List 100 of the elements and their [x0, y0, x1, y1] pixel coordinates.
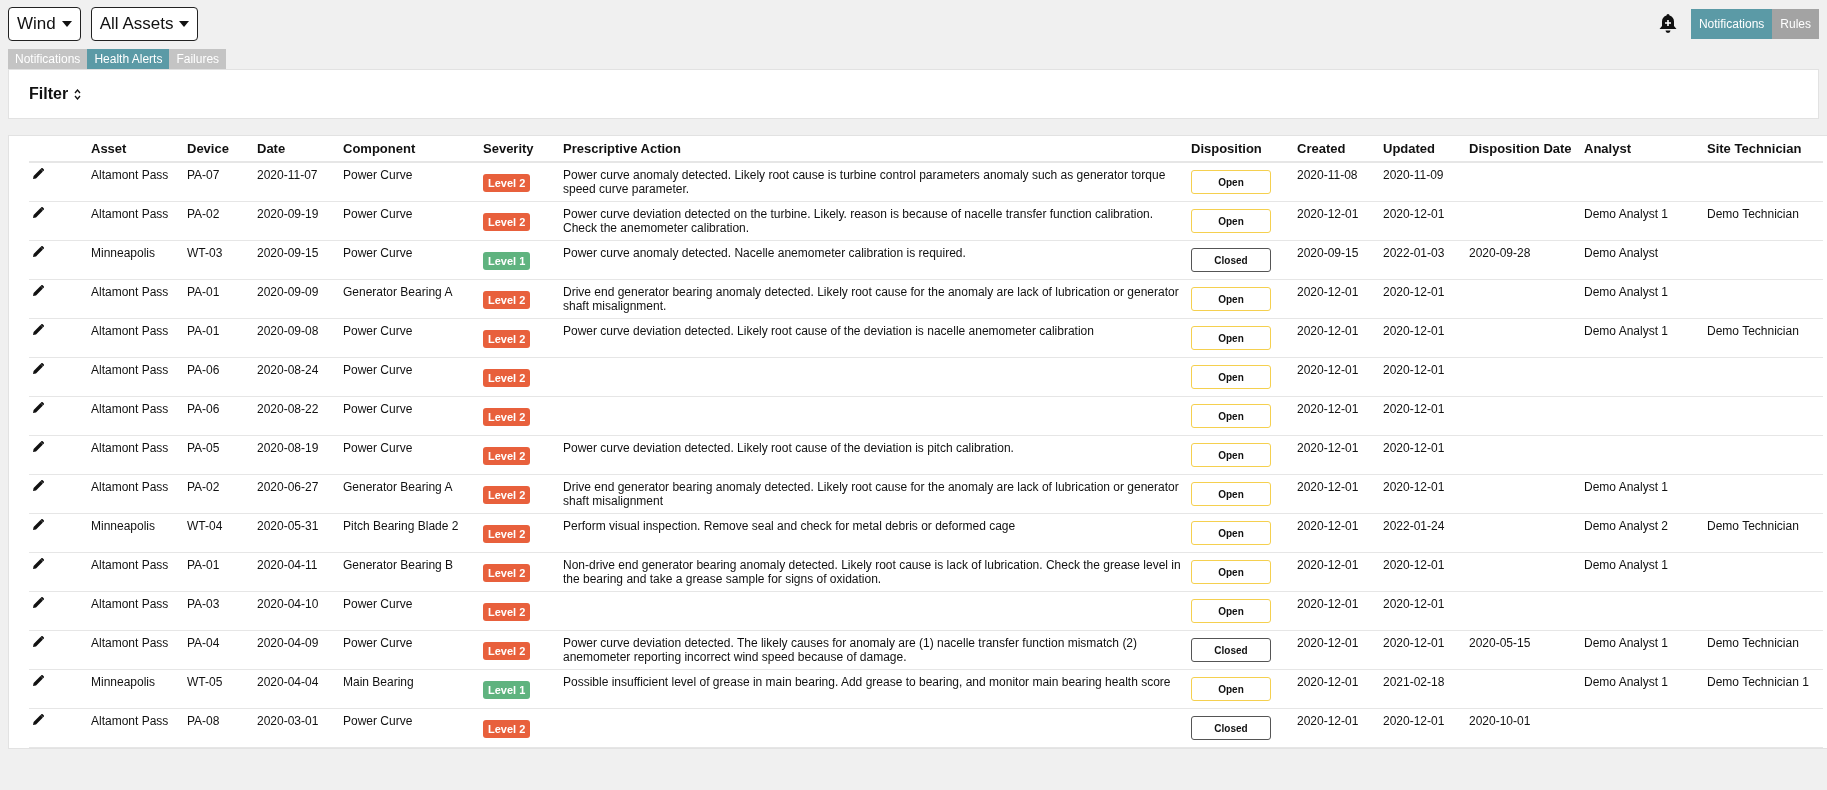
table-cell: PA-01: [187, 285, 220, 299]
dropdown[interactable]: Wind: [8, 7, 81, 41]
column-header: Prescriptive Action: [563, 141, 681, 156]
disposition-button[interactable]: Open: [1191, 404, 1271, 428]
severity-badge: Level 2: [483, 408, 531, 426]
table-cell: Power curve deviation detected. Likely root cause of the deviation is nacelle anemometer calibration: [563, 324, 1094, 338]
edit-pencil-icon[interactable]: [33, 246, 44, 257]
table-cell: Power curve deviation detected. Likely root cause of the deviation is pitch calibration.: [563, 441, 1014, 455]
edit-pencil-icon[interactable]: [33, 168, 44, 179]
table-cell: Drive end generator bearing anomaly detected. Likely root cause for the anomaly are lack of lubrication or generator shaft misalignment.: [563, 285, 1179, 313]
table-cell: Power Curve: [343, 363, 413, 377]
disposition-button[interactable]: Open: [1191, 677, 1271, 701]
edit-pencil-icon[interactable]: [33, 714, 44, 725]
filter-toggle[interactable]: Filter: [29, 85, 82, 103]
table-cell: Demo Analyst 1: [1584, 675, 1669, 689]
table-cell: Altamont Pass: [91, 363, 169, 377]
table-cell: Minneapolis: [91, 675, 156, 689]
table-cell: Power curve anomaly detected. Nacelle anemometer calibration is required.: [563, 246, 966, 260]
edit-pencil-icon[interactable]: [33, 480, 44, 491]
disposition-button[interactable]: Open: [1191, 170, 1271, 194]
edit-pencil-icon[interactable]: [33, 636, 44, 647]
column-header: Date: [257, 141, 286, 156]
table-cell: 2020-12-01: [1383, 480, 1445, 494]
disposition-button[interactable]: Open: [1191, 365, 1271, 389]
severity-badge: Level 2: [483, 213, 531, 231]
column-header: Component: [343, 141, 416, 156]
table-cell: 2020-10-01: [1469, 714, 1531, 728]
table-cell: Power Curve: [343, 246, 413, 260]
table-cell: Power Curve: [343, 207, 413, 221]
edit-pencil-icon[interactable]: [33, 324, 44, 335]
disposition-button[interactable]: Closed: [1191, 248, 1271, 272]
table-cell: 2020-12-01: [1297, 597, 1359, 611]
table-cell: PA-07: [187, 168, 220, 182]
severity-badge: Level 2: [483, 720, 531, 738]
disposition-button[interactable]: Open: [1191, 326, 1271, 350]
table-cell: 2020-12-01: [1297, 285, 1359, 299]
table-cell: 2020-11-08: [1297, 168, 1358, 182]
caret-icon: [179, 21, 190, 27]
table-cell: WT-04: [187, 519, 223, 533]
disposition-button[interactable]: Open: [1191, 560, 1271, 584]
table-cell: PA-01: [187, 324, 220, 338]
severity-badge: Level 2: [483, 369, 531, 387]
table-cell: 2020-12-01: [1297, 402, 1359, 416]
table-cell: PA-01: [187, 558, 220, 572]
table-cell: 2020-11-07: [257, 168, 318, 182]
column-header: Disposition Date: [1469, 141, 1572, 156]
column-header: Created: [1297, 141, 1346, 156]
edit-pencil-icon[interactable]: [33, 402, 44, 413]
table-cell: 2020-04-11: [257, 558, 318, 572]
table-cell: 2020-04-09: [257, 636, 319, 650]
table-cell: Demo Technician: [1707, 519, 1799, 533]
table-cell: 2020-09-08: [257, 324, 319, 338]
disposition-button[interactable]: Open: [1191, 599, 1271, 623]
table-cell: Demo Analyst: [1584, 246, 1659, 260]
table-cell: Power curve anomaly detected. Likely root cause is turbine control parameters anomaly such as generator torque speed curve parameter.: [563, 168, 1166, 196]
table-cell: 2022-01-24: [1383, 519, 1445, 533]
disposition-button[interactable]: Open: [1191, 482, 1271, 506]
table-cell: Demo Technician: [1707, 636, 1799, 650]
edit-pencil-icon[interactable]: [33, 597, 44, 608]
table-cell: 2020-12-01: [1297, 480, 1359, 494]
bell-plus-icon[interactable]: [1658, 14, 1677, 34]
severity-badge: Level 2: [483, 330, 531, 348]
disposition-button[interactable]: Closed: [1191, 638, 1271, 662]
table-cell: Demo Analyst 1: [1584, 285, 1669, 299]
table-cell: 2020-09-09: [257, 285, 319, 299]
table-cell: WT-05: [187, 675, 223, 689]
table-cell: 2020-12-01: [1297, 636, 1359, 650]
edit-pencil-icon[interactable]: [33, 675, 44, 686]
table-cell: PA-06: [187, 363, 220, 377]
table-cell: 2020-12-01: [1297, 675, 1359, 689]
table-cell: Perform visual inspection. Remove seal and check for metal debris or deformed cage: [563, 519, 1016, 533]
table-cell: 2020-12-01: [1383, 558, 1445, 572]
table-cell: Power Curve: [343, 636, 413, 650]
disposition-button[interactable]: Open: [1191, 443, 1271, 467]
edit-pencil-icon[interactable]: [33, 363, 44, 374]
edit-pencil-icon[interactable]: [33, 441, 44, 452]
edit-pencil-icon[interactable]: [33, 519, 44, 530]
table-cell: Power Curve: [343, 402, 413, 416]
disposition-button[interactable]: Open: [1191, 521, 1271, 545]
table-cell: 2020-12-01: [1383, 285, 1445, 299]
table-cell: 2021-02-18: [1383, 675, 1445, 689]
severity-badge: Level 2: [483, 525, 531, 543]
table-cell: 2020-08-19: [257, 441, 319, 455]
disposition-button[interactable]: Open: [1191, 287, 1271, 311]
edit-pencil-icon[interactable]: [33, 558, 44, 569]
table-cell: Altamont Pass: [91, 324, 169, 338]
table-cell: 2020-12-01: [1297, 207, 1359, 221]
disposition-button[interactable]: Open: [1191, 209, 1271, 233]
table-cell: 2020-05-31: [257, 519, 319, 533]
sort-caret-icon: [74, 88, 82, 100]
dropdown[interactable]: All Assets: [90, 7, 199, 41]
table-cell: Altamont Pass: [91, 480, 169, 494]
table-cell: 2020-12-01: [1297, 324, 1359, 338]
severity-badge: Level 2: [483, 642, 531, 660]
edit-pencil-icon[interactable]: [33, 285, 44, 296]
disposition-button[interactable]: Closed: [1191, 716, 1271, 740]
table-cell: Minneapolis: [91, 246, 156, 260]
table-cell: Altamont Pass: [91, 714, 169, 728]
table-cell: PA-08: [187, 714, 220, 728]
edit-pencil-icon[interactable]: [33, 207, 44, 218]
